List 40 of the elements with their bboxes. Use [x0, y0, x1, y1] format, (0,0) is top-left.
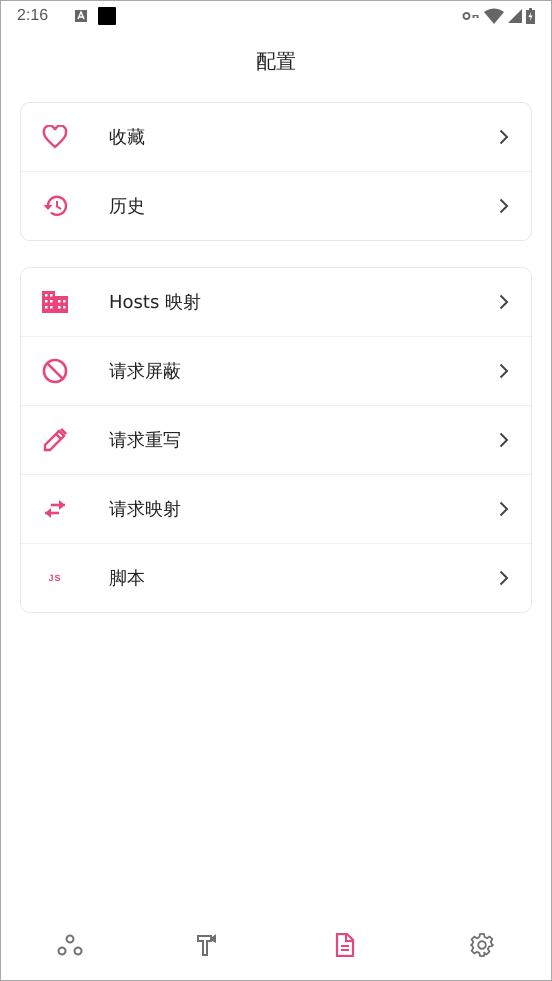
heart-icon [42, 125, 68, 149]
item-label: 历史 [109, 195, 146, 218]
signal-icon [508, 9, 522, 23]
menu-item[interactable]: JS 脚本 [21, 543, 531, 612]
menu-item[interactable]: 请求屏蔽 [21, 336, 531, 405]
square-icon [98, 7, 116, 25]
pencil-icon [43, 428, 67, 452]
item-label: 请求屏蔽 [109, 360, 182, 383]
chevron-right-icon [499, 570, 509, 586]
key-icon [462, 10, 480, 22]
chevron-right-icon [499, 129, 509, 145]
history-icon [42, 194, 68, 218]
status-time: 2:16 [17, 7, 48, 25]
menu-item[interactable]: 历史 [21, 171, 531, 240]
chevron-right-icon [499, 501, 509, 517]
menu-item[interactable]: 请求映射 [21, 474, 531, 543]
settings-icon[interactable] [470, 933, 494, 957]
chevron-right-icon [499, 363, 509, 379]
wifi-icon [484, 8, 504, 24]
item-label: 脚本 [109, 567, 146, 590]
hammer-icon[interactable] [197, 934, 218, 956]
menu-item[interactable]: 请求重写 [21, 405, 531, 474]
page-title: 配置 [255, 48, 297, 75]
swap-icon [43, 500, 67, 518]
menu-item[interactable]: 收藏 [21, 103, 531, 171]
chevron-right-icon [499, 198, 509, 214]
block-icon [42, 358, 68, 384]
document-icon[interactable] [334, 933, 355, 957]
item-label: 收藏 [109, 126, 146, 149]
chevron-right-icon [499, 432, 509, 448]
item-label: Hosts 映射 [109, 291, 202, 314]
item-label: 请求重写 [109, 429, 182, 452]
building-icon [42, 291, 68, 313]
battery-icon [526, 8, 535, 24]
menu-item[interactable]: Hosts 映射 [21, 268, 531, 336]
chevron-right-icon [499, 294, 509, 310]
js-icon: JS [48, 573, 62, 583]
keyboard-icon [74, 9, 88, 23]
nodes-icon[interactable] [56, 934, 83, 956]
item-label: 请求映射 [109, 498, 182, 521]
